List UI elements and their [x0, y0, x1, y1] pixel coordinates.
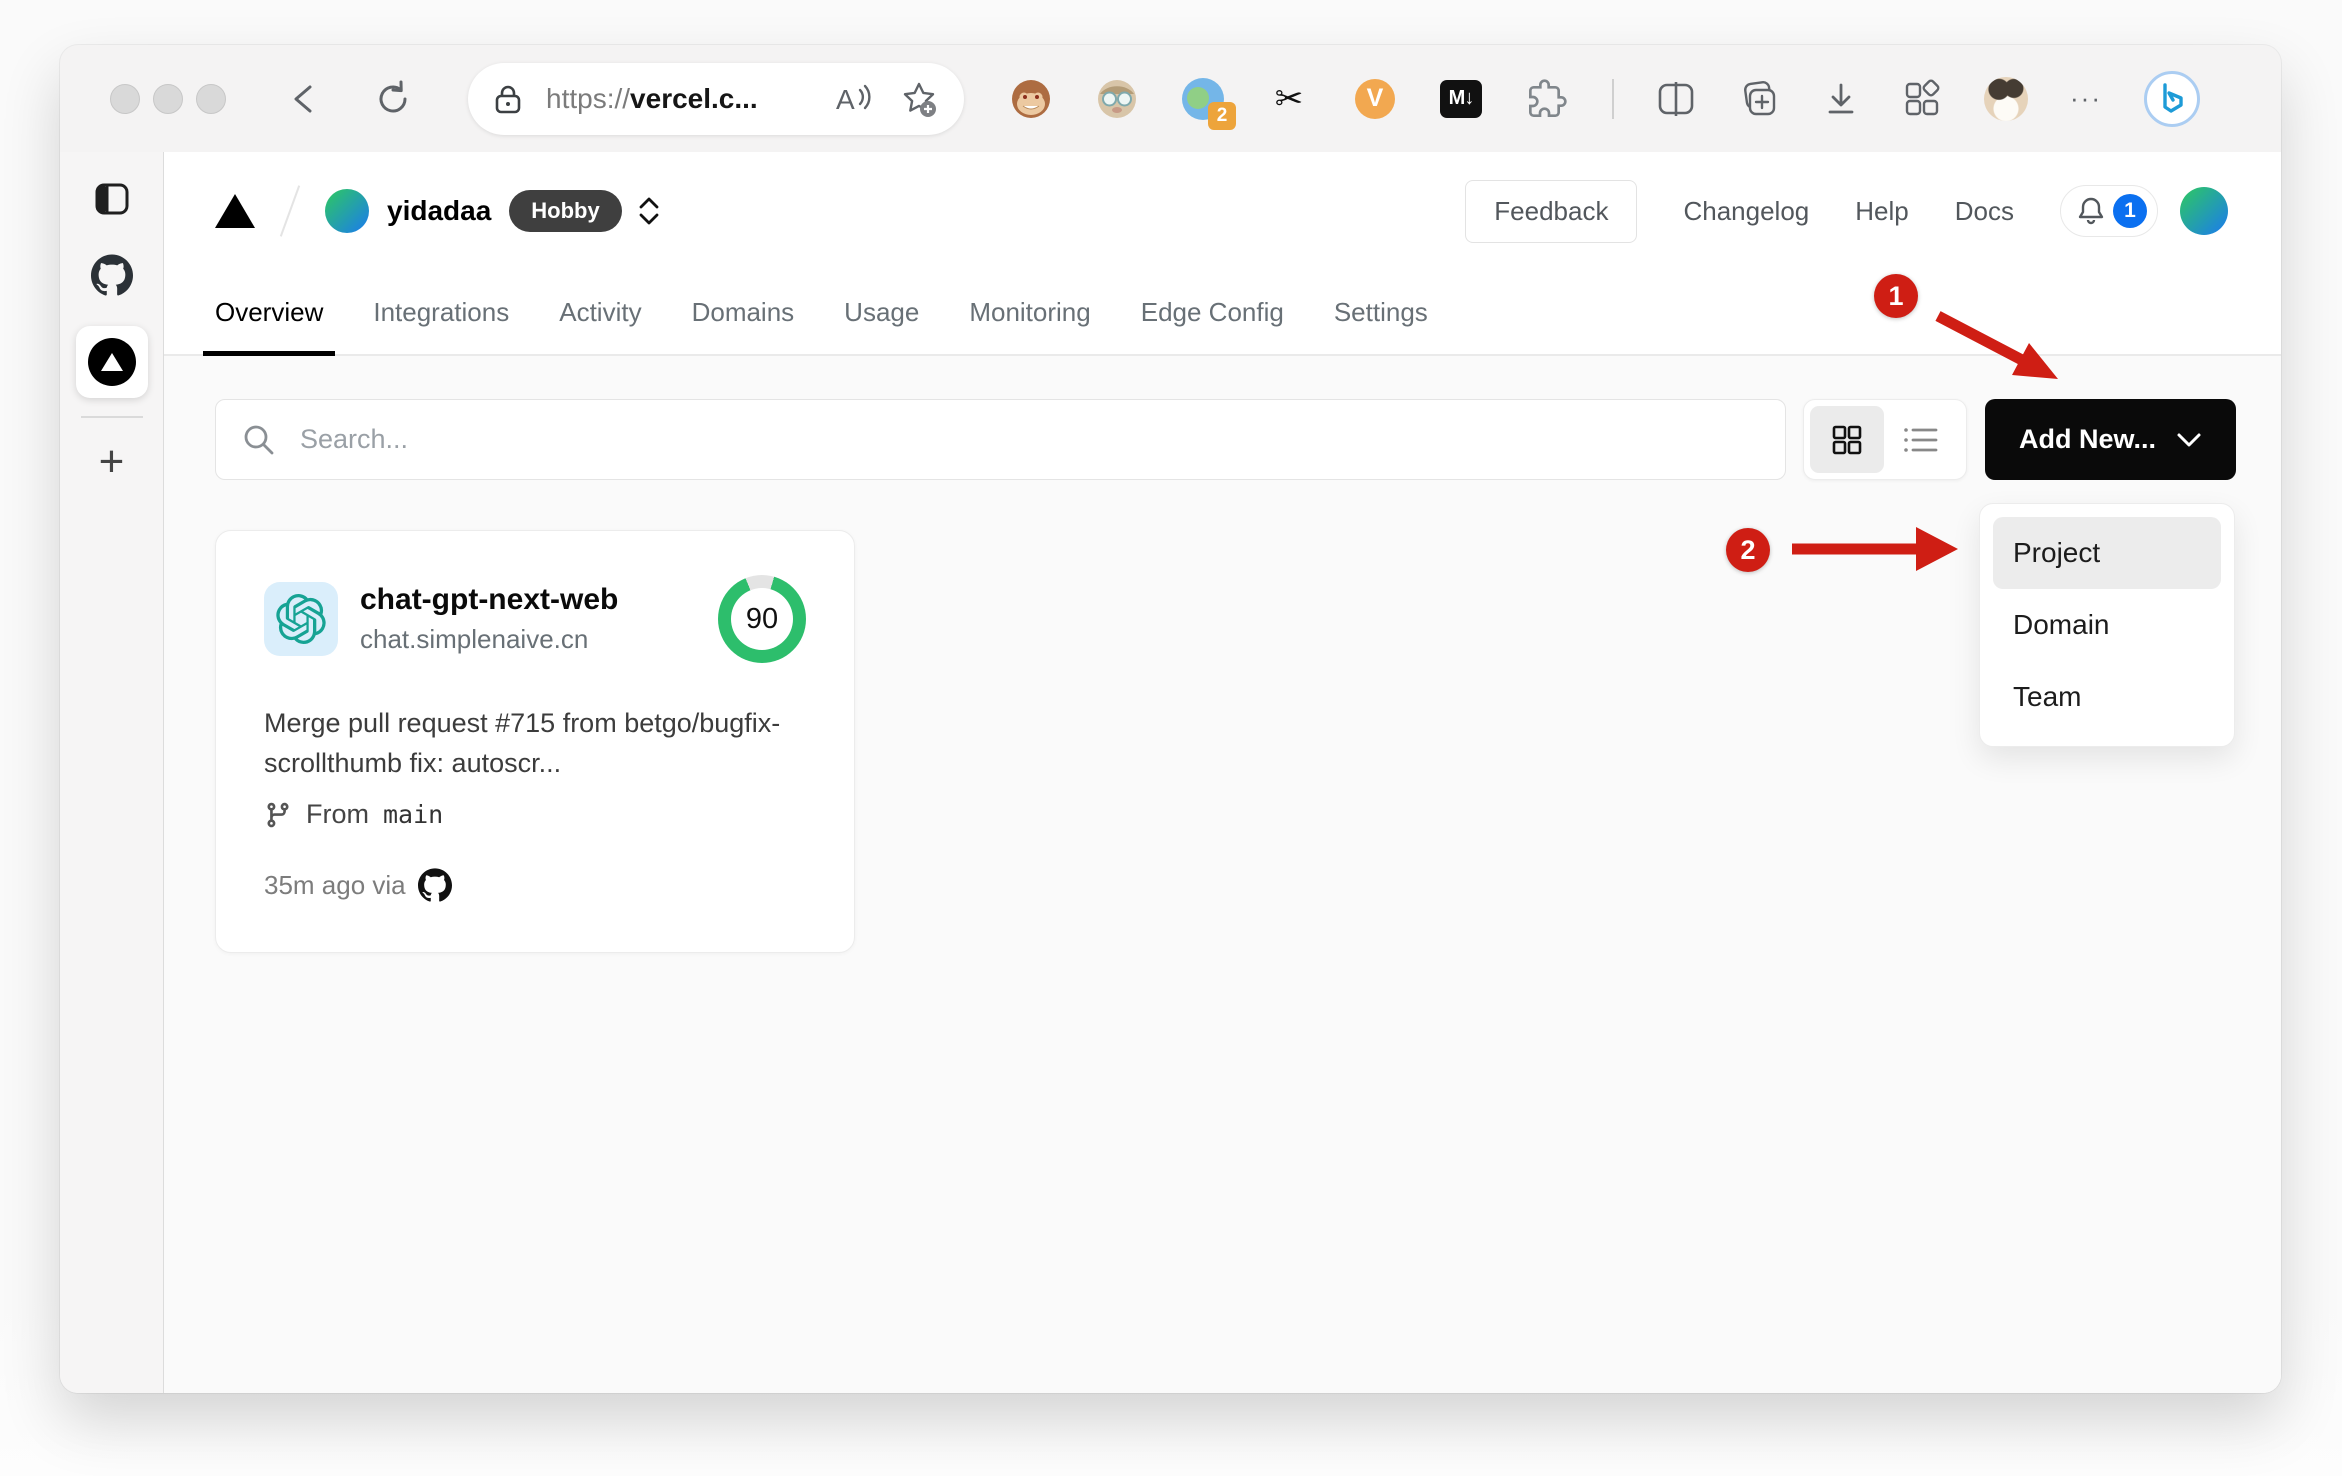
- view-toggle: [1803, 399, 1967, 480]
- new-tab-button[interactable]: +: [99, 440, 125, 484]
- dropdown-item-domain[interactable]: Domain: [1993, 589, 2221, 661]
- user-avatar[interactable]: [2180, 187, 2228, 235]
- tab-github[interactable]: [90, 254, 133, 296]
- person-extension-icon[interactable]: [1096, 78, 1138, 120]
- tab-monitoring[interactable]: Monitoring: [969, 270, 1090, 354]
- list-view-button[interactable]: [1884, 406, 1958, 473]
- dropdown-item-team[interactable]: Team: [1993, 661, 2221, 733]
- lighthouse-score-ring: 90: [718, 575, 806, 663]
- tab-settings[interactable]: Settings: [1334, 270, 1428, 354]
- tab-integrations[interactable]: Integrations: [373, 270, 509, 354]
- close-window-button[interactable]: [110, 83, 140, 114]
- dashboard-tab-bar: Overview Integrations Activity Domains U…: [164, 270, 2281, 356]
- scissors-extension-icon[interactable]: ✂: [1268, 78, 1310, 120]
- project-name[interactable]: chat-gpt-next-web: [360, 583, 618, 617]
- url-scheme: https://: [546, 82, 631, 114]
- dashboard-content: Add New... chat: [164, 356, 2281, 1393]
- vercel-page: yidadaa Hobby Feedback Changelog Help Do…: [164, 152, 2281, 1393]
- reload-icon: [374, 80, 412, 118]
- minimize-window-button[interactable]: [153, 83, 183, 114]
- browser-window: https://vercel.c... A 2 ✂ V M↓ ··· + yid…: [60, 45, 2281, 1393]
- svg-text:A: A: [836, 84, 855, 115]
- bell-icon: [2077, 196, 2105, 226]
- sidebar-panel-icon[interactable]: [94, 182, 130, 216]
- from-label: From: [306, 799, 369, 829]
- breadcrumb-slash: [279, 185, 301, 237]
- address-bar[interactable]: https://vercel.c... A: [468, 62, 964, 135]
- help-link[interactable]: Help: [1855, 196, 1908, 227]
- window-controls: [110, 83, 226, 114]
- more-menu-icon[interactable]: ···: [2070, 83, 2102, 114]
- tab-usage[interactable]: Usage: [844, 270, 919, 354]
- plan-badge: Hobby: [509, 190, 622, 232]
- read-aloud-icon[interactable]: A: [834, 82, 874, 116]
- openai-logo-icon: [264, 582, 338, 656]
- commit-message: Merge pull request #715 from betgo/bugfi…: [264, 708, 781, 778]
- tab-activity[interactable]: Activity: [559, 270, 641, 354]
- chevron-down-icon: [2176, 432, 2202, 448]
- search-icon: [242, 423, 276, 457]
- tab-edge-config[interactable]: Edge Config: [1141, 270, 1284, 354]
- extension-badge: 2: [1208, 101, 1236, 130]
- back-arrow-icon: [286, 82, 324, 116]
- toolbar-divider: [1612, 78, 1614, 119]
- maximize-window-button[interactable]: [196, 83, 226, 114]
- team-avatar: [325, 189, 369, 233]
- github-icon: [417, 868, 452, 902]
- team-name[interactable]: yidadaa: [387, 195, 491, 227]
- grid-view-button[interactable]: [1810, 406, 1884, 473]
- deploy-time: 35m ago via: [264, 869, 406, 900]
- markdown-extension-icon[interactable]: M↓: [1440, 78, 1482, 120]
- url-host: vercel.c...: [630, 82, 758, 114]
- extensions-puzzle-icon[interactable]: [1526, 78, 1568, 120]
- lock-icon: [494, 84, 522, 114]
- browser-action-icons: ···: [1656, 70, 2200, 127]
- favorite-star-icon[interactable]: [900, 80, 938, 118]
- browser-toolbar: https://vercel.c... A 2 ✂ V M↓ ···: [60, 45, 2281, 152]
- annotation-step-1: 1: [1874, 274, 1918, 318]
- circle-extension-icon[interactable]: 2: [1182, 77, 1236, 130]
- vercel-favicon: [87, 338, 136, 386]
- dropdown-item-project[interactable]: Project: [1993, 517, 2221, 589]
- search-input[interactable]: [298, 423, 1759, 456]
- git-branch-icon: [264, 801, 292, 829]
- extension-icons: 2 ✂ V M↓: [1010, 77, 1568, 130]
- vercel-logo[interactable]: [215, 194, 255, 228]
- vercel-header: yidadaa Hobby Feedback Changelog Help Do…: [164, 152, 2281, 356]
- tab-domains[interactable]: Domains: [692, 270, 795, 354]
- desktop-background: https://vercel.c... A 2 ✂ V M↓ ··· + yid…: [0, 0, 2342, 1476]
- add-new-dropdown: Project Domain Team: [1979, 503, 2235, 747]
- workspaces-icon[interactable]: [1902, 79, 1942, 119]
- reload-button[interactable]: [374, 80, 412, 118]
- downloads-icon[interactable]: [1822, 80, 1860, 118]
- tab-vercel-active[interactable]: [75, 326, 148, 398]
- changelog-link[interactable]: Changelog: [1683, 196, 1809, 227]
- vertical-tab-sidebar: +: [60, 152, 164, 1393]
- lighthouse-score-value: 90: [731, 588, 793, 650]
- add-new-button[interactable]: Add New...: [1985, 399, 2236, 480]
- team-switcher-icon[interactable]: [638, 197, 660, 225]
- back-button[interactable]: [286, 82, 324, 116]
- docs-link[interactable]: Docs: [1955, 196, 2014, 227]
- project-card[interactable]: chat-gpt-next-web chat.simplenaive.cn 90…: [215, 530, 855, 953]
- annotation-step-2: 2: [1726, 528, 1770, 572]
- sidebar-divider: [80, 416, 143, 418]
- notifications-button[interactable]: 1: [2060, 185, 2158, 237]
- v-extension-icon[interactable]: V: [1354, 78, 1396, 120]
- tab-overview[interactable]: Overview: [202, 270, 336, 356]
- branch-name: main: [383, 800, 444, 829]
- add-new-label: Add New...: [2018, 424, 2156, 454]
- project-search[interactable]: [215, 399, 1786, 480]
- notification-count-badge: 1: [2113, 194, 2147, 228]
- feedback-button[interactable]: Feedback: [1465, 179, 1638, 243]
- project-domain[interactable]: chat.simplenaive.cn: [360, 624, 618, 655]
- split-screen-icon[interactable]: [1656, 81, 1696, 117]
- browser-body: + yidadaa Hobby Feedback Changelog Help …: [60, 152, 2281, 1393]
- browser-profile-avatar[interactable]: [1984, 76, 2028, 121]
- collections-icon[interactable]: [1738, 79, 1780, 119]
- monkey-extension-icon[interactable]: [1010, 78, 1052, 120]
- bing-chat-icon[interactable]: [2143, 70, 2200, 127]
